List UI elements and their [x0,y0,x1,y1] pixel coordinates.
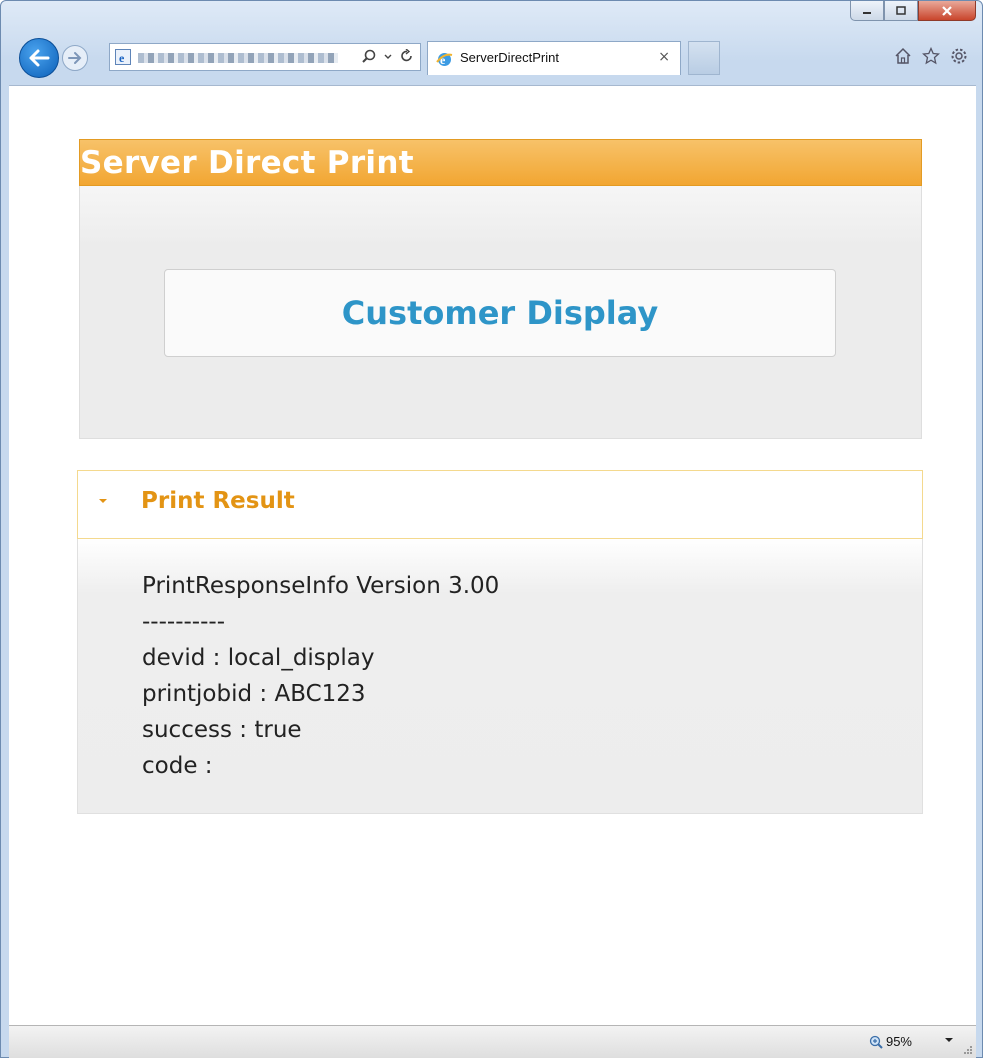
page-title: Server Direct Print [80,145,414,181]
ie-icon: e [436,51,453,72]
result-line: success : true [142,717,302,743]
result-line: PrintResponseInfo Version 3.00 [142,573,500,599]
close-window-button[interactable] [918,1,976,21]
button-panel: Customer Display [79,186,922,439]
chevron-down-icon[interactable] [384,49,392,63]
zoom-dropdown-icon[interactable] [944,1036,954,1044]
resize-grip-icon[interactable] [963,1045,973,1055]
print-result-header[interactable]: Print Result [77,470,923,539]
window-frame-left [1,85,9,1057]
caret-down-icon [99,499,107,503]
search-icon[interactable] [362,49,376,63]
svg-text:e: e [119,51,125,65]
customer-display-label: Customer Display [341,294,659,332]
result-line: printjobid : ABC123 [142,681,366,707]
browser-window: e e ServerDirectPrint × Server Direct Pr… [0,0,983,1058]
customer-display-button[interactable]: Customer Display [164,269,836,357]
print-result-title: Print Result [141,488,295,514]
gear-icon[interactable] [950,47,968,65]
address-bar[interactable]: e [109,43,421,71]
minimize-icon [863,11,871,14]
maximize-button[interactable] [884,1,918,21]
back-arrow-icon [29,49,50,67]
refresh-icon[interactable] [400,49,414,63]
forward-button[interactable] [62,45,88,71]
maximize-icon [896,5,906,15]
page-content: Server Direct Print Customer Display Pri… [9,85,976,1026]
toolbar-icons [894,47,968,65]
title-bar: e e ServerDirectPrint × [1,1,982,85]
result-lines: PrintResponseInfo Version 3.00 ---------… [142,568,499,784]
result-line: ---------- [142,609,225,635]
result-line: devid : local_display [142,645,375,671]
forward-arrow-icon [68,52,82,64]
tab-serverdirectprint[interactable]: e ServerDirectPrint × [427,41,681,75]
close-icon [942,5,952,16]
window-controls [850,1,976,21]
minimize-button[interactable] [850,1,884,21]
tab-title: ServerDirectPrint [460,50,559,65]
url-text-obscured [138,53,338,63]
result-line: code : [142,753,213,779]
status-bar: 95% [9,1025,976,1058]
star-icon[interactable] [922,47,940,65]
site-icon: e [115,49,131,69]
back-button[interactable] [19,38,59,78]
zoom-level: 95% [885,1034,912,1049]
tab-close-icon[interactable]: × [658,49,670,65]
print-result-body: PrintResponseInfo Version 3.00 ---------… [77,539,923,814]
address-tools [362,49,414,63]
navigation-buttons [19,35,88,81]
zoom-icon [869,1035,883,1049]
header-banner: Server Direct Print [79,139,922,186]
home-icon[interactable] [894,47,912,65]
new-tab-button[interactable] [688,41,720,75]
zoom-control[interactable]: 95% [869,1034,912,1049]
